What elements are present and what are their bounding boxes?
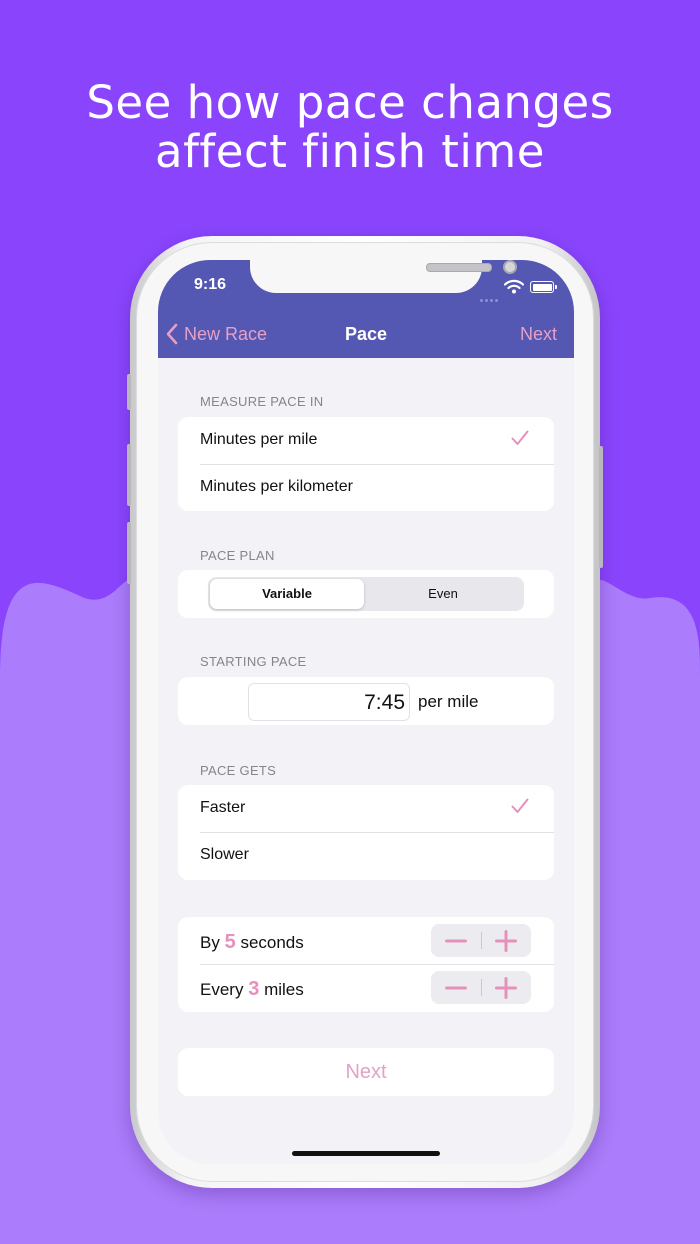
page-title: Pace (344, 324, 388, 344)
segment-variable[interactable]: Variable (210, 579, 364, 609)
checkmark-icon (511, 798, 529, 813)
measure-pace-card: Minutes per mile Minutes per kilometer (178, 417, 554, 511)
change-by-row: By 5 seconds (178, 917, 554, 964)
section-header-starting-pace: STARTING PACE (200, 654, 307, 669)
seconds-stepper (431, 924, 531, 957)
change-by-prefix: By (200, 933, 220, 952)
promo-headline: See how pace changes affect finish time (0, 78, 700, 176)
headline-line-2: affect finish time (155, 125, 545, 178)
starting-pace-card: 7:45 per mile (178, 677, 554, 725)
home-indicator (292, 1151, 440, 1156)
battery-icon (530, 281, 557, 293)
change-every-suffix: miles (264, 980, 304, 999)
signal-icon (480, 289, 500, 307)
phone-volume-up (127, 444, 131, 506)
option-minutes-per-mile[interactable]: Minutes per mile (178, 417, 554, 464)
miles-increment-button[interactable] (481, 971, 531, 1004)
change-by-label: By 5 seconds (200, 931, 304, 954)
checkmark-icon (511, 430, 529, 445)
plus-icon (495, 976, 517, 999)
headline-line-1: See how pace changes (86, 76, 614, 129)
next-button[interactable]: Next (178, 1048, 554, 1096)
pace-gets-card: Faster Slower (178, 785, 554, 880)
plus-icon (495, 929, 517, 952)
change-every-row: Every 3 miles (178, 964, 554, 1011)
option-label: Slower (200, 846, 249, 863)
segment-even[interactable]: Even (366, 579, 520, 609)
navigation-bar: 9:16 New Race Pace Next (158, 260, 574, 358)
phone-mute-switch (127, 374, 131, 410)
option-label: Faster (200, 799, 246, 816)
option-faster[interactable]: Faster (178, 785, 554, 832)
seconds-increment-button[interactable] (481, 924, 531, 957)
starting-pace-input[interactable]: 7:45 (248, 683, 410, 721)
pace-plan-segmented-control: Variable Even (208, 577, 524, 611)
phone-volume-down (127, 522, 131, 584)
front-camera (503, 260, 517, 274)
pace-change-card: By 5 seconds Every 3 miles (178, 917, 554, 1012)
minus-icon (445, 939, 467, 942)
change-by-value: 5 (224, 931, 236, 953)
wifi-icon (504, 279, 524, 294)
minus-icon (445, 986, 467, 989)
option-minutes-per-kilometer[interactable]: Minutes per kilometer (178, 464, 554, 511)
section-header-pace-gets: PACE GETS (200, 763, 277, 778)
change-every-value: 3 (248, 978, 260, 1000)
status-time: 9:16 (194, 276, 227, 293)
starting-pace-value: 7:45 (364, 691, 405, 714)
option-label: Minutes per mile (200, 431, 318, 448)
phone-power-button (599, 446, 603, 568)
nav-next-button[interactable]: Next (520, 324, 557, 345)
seconds-decrement-button[interactable] (431, 924, 481, 957)
pace-plan-card: Variable Even (178, 570, 554, 618)
change-every-prefix: Every (200, 980, 244, 999)
change-every-label: Every 3 miles (200, 978, 304, 1001)
option-label: Minutes per kilometer (200, 478, 353, 495)
phone-screen: 9:16 New Race Pace Next MEASURE PACE IN … (158, 260, 574, 1164)
earpiece-speaker (426, 263, 492, 272)
change-by-suffix: seconds (240, 933, 304, 952)
option-slower[interactable]: Slower (178, 832, 554, 879)
starting-pace-unit: per mile (418, 692, 479, 711)
section-header-pace-plan: PACE PLAN (200, 548, 275, 563)
phone-notch (250, 260, 517, 293)
miles-decrement-button[interactable] (431, 971, 481, 1004)
section-header-measure-pace: MEASURE PACE IN (200, 394, 324, 409)
miles-stepper (431, 971, 531, 1004)
